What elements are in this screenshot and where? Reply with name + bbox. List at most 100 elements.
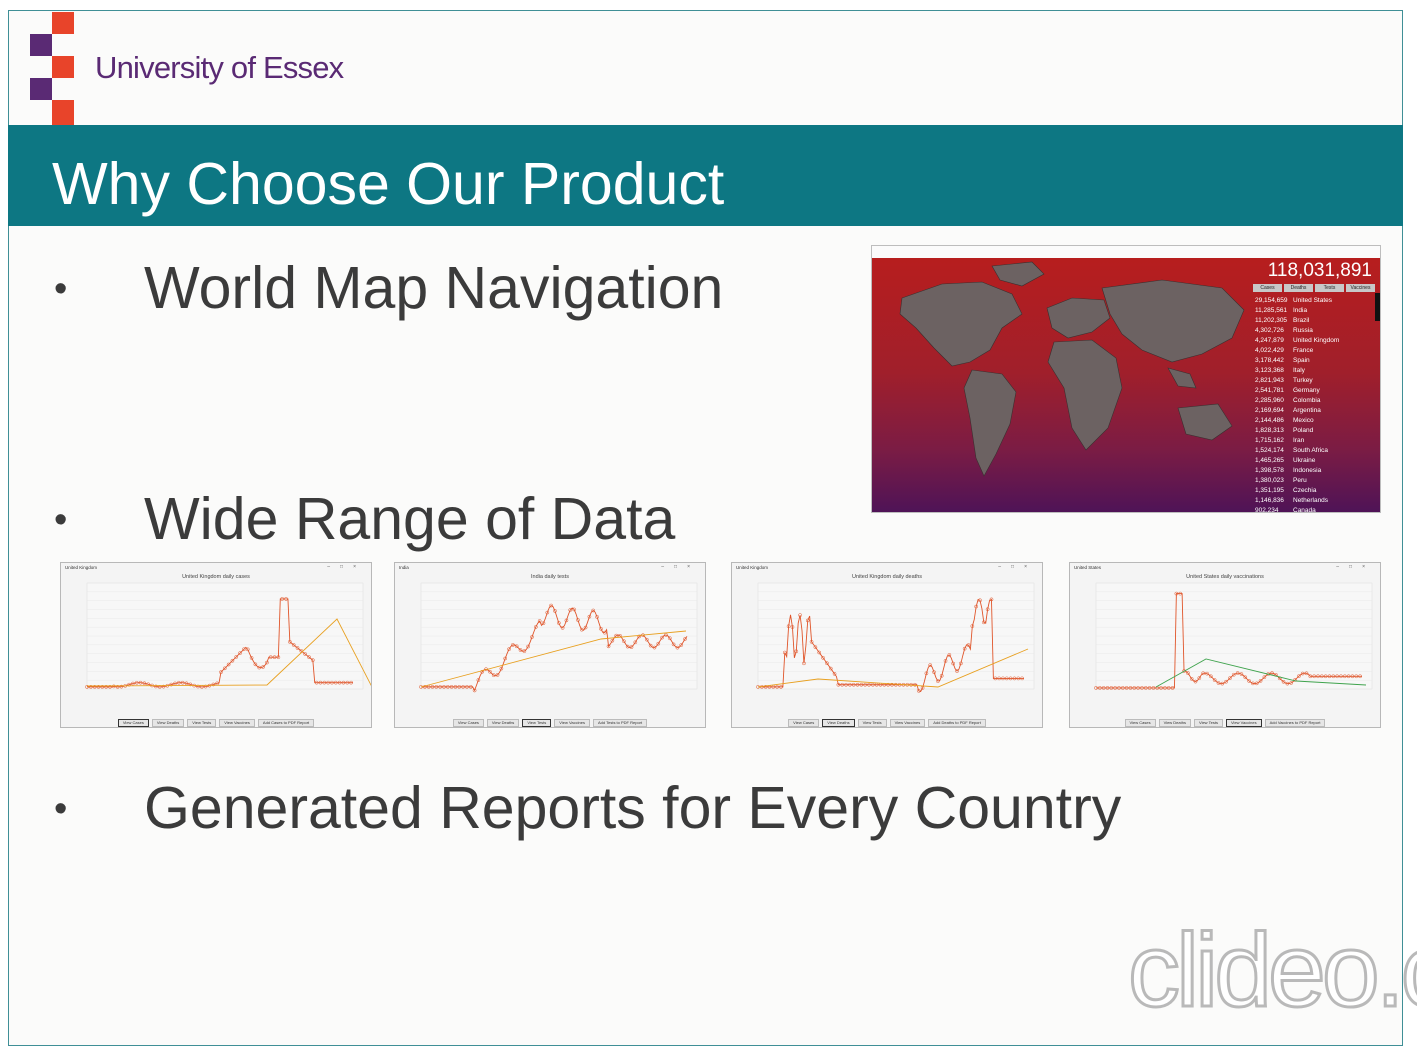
- chart-button-row: View Cases View Deaths View Tests View Vacc…: [61, 719, 371, 727]
- ranking-row[interactable]: 4,247,879 United Kingdom: [1255, 336, 1375, 346]
- ranking-row[interactable]: 1,351,195 Czechia: [1255, 486, 1375, 496]
- view-data-button[interactable]: View Tests: [1193, 719, 1223, 727]
- ranking-country: India: [1293, 307, 1308, 314]
- view-data-button[interactable]: View Vaccines: [554, 719, 590, 727]
- bullet-world-map: World Map Navigation: [144, 255, 724, 321]
- bullet-reports: Generated Reports for Every Country: [144, 775, 1122, 841]
- ranking-value: 4,302,726: [1255, 327, 1284, 334]
- view-data-button[interactable]: View Cases: [788, 719, 820, 727]
- logo-square: [52, 56, 74, 78]
- ranking-row[interactable]: 1,146,836 Netherlands: [1255, 496, 1375, 506]
- tab-cases[interactable]: Cases: [1253, 284, 1282, 292]
- view-data-button[interactable]: View Deaths: [486, 719, 520, 727]
- clideo-watermark: clideo.c: [1127, 912, 1417, 1031]
- chart-button-row: View Cases View Deaths View Tests View Vacc…: [395, 719, 705, 727]
- view-data-button[interactable]: View Tests: [187, 719, 217, 727]
- ranking-row[interactable]: 1,380,023 Peru: [1255, 476, 1375, 486]
- view-data-button[interactable]: View Cases: [117, 719, 149, 727]
- ranking-scrollbar[interactable]: [1375, 293, 1380, 321]
- ranking-value: 2,169,694: [1255, 407, 1284, 414]
- view-data-button[interactable]: View Cases: [1124, 719, 1156, 727]
- ranking-row[interactable]: 4,302,726 Russia: [1255, 326, 1375, 336]
- add-to-pdf-button[interactable]: Add Deaths to PDF Report: [928, 719, 986, 727]
- add-to-pdf-button[interactable]: Add Vaccines to PDF Report: [1264, 719, 1326, 727]
- add-to-pdf-button[interactable]: Add Cases to PDF Report: [257, 719, 315, 727]
- ranking-row[interactable]: 1,398,578 Indonesia: [1255, 466, 1375, 476]
- ranking-country: Czechia: [1293, 487, 1317, 494]
- ranking-country: Canada: [1293, 507, 1316, 513]
- ranking-country: Netherlands: [1293, 497, 1329, 504]
- ranking-country: Indonesia: [1293, 467, 1322, 474]
- view-data-button[interactable]: View Deaths: [151, 719, 185, 727]
- ranking-country: Turkey: [1293, 377, 1313, 384]
- global-total: 118,031,891: [1267, 260, 1372, 281]
- logo-square: [30, 34, 52, 56]
- ranking-row[interactable]: 2,285,960 Colombia: [1255, 396, 1375, 406]
- view-data-button[interactable]: View Vaccines: [889, 719, 926, 727]
- ranking-row[interactable]: 11,202,305 Brazil: [1255, 316, 1375, 326]
- chart-window: United Kingdom –□× United Kingdom daily de…: [731, 562, 1043, 728]
- view-data-button[interactable]: View Deaths: [822, 719, 855, 727]
- ranking-value: 3,123,368: [1255, 367, 1284, 374]
- ranking-row[interactable]: 1,465,265 Ukraine: [1255, 456, 1375, 466]
- chart-plot: [1094, 582, 1373, 690]
- tab-tests[interactable]: Tests: [1315, 284, 1344, 292]
- ranking-value: 4,247,879: [1255, 337, 1284, 344]
- chart-window: United Kingdom –□× United Kingdom daily ca…: [60, 562, 372, 728]
- view-data-button[interactable]: View Tests: [522, 719, 552, 727]
- ranking-row[interactable]: 3,178,442 Spain: [1255, 356, 1375, 366]
- tab-deaths[interactable]: Deaths: [1284, 284, 1313, 292]
- chart-plot: [419, 582, 698, 693]
- view-data-button[interactable]: View Deaths: [1158, 719, 1191, 727]
- view-data-button[interactable]: View Vaccines: [219, 719, 255, 727]
- ranking-value: 11,202,305: [1255, 317, 1288, 324]
- ranking-country: United Kingdom: [1293, 337, 1340, 344]
- logo-square: [52, 100, 74, 125]
- country-ranking-list[interactable]: 29,154,659 United States 11,285,561 India 11…: [1255, 296, 1375, 513]
- ranking-value: 11,285,561: [1255, 307, 1288, 314]
- chart-button-row: View Cases View Deaths View Tests View Vacc…: [1070, 719, 1380, 727]
- ranking-country: Iran: [1293, 437, 1305, 444]
- ranking-row[interactable]: 11,285,561 India: [1255, 306, 1375, 316]
- ranking-country: Spain: [1293, 357, 1310, 364]
- logo-square: [30, 78, 52, 100]
- ranking-row[interactable]: 2,541,781 Germany: [1255, 386, 1375, 396]
- chart-button-row: View Cases View Deaths View Tests View Vacc…: [732, 719, 1042, 727]
- ranking-row[interactable]: 2,821,943 Turkey: [1255, 376, 1375, 386]
- bullet-dot: •: [54, 268, 68, 310]
- ranking-row[interactable]: 1,715,162 Iran: [1255, 436, 1375, 446]
- ranking-country: Peru: [1293, 477, 1307, 484]
- view-data-button[interactable]: View Cases: [452, 719, 484, 727]
- stat-tabs: Cases Deaths Tests Vaccines: [1253, 284, 1375, 292]
- ranking-row[interactable]: 1,828,313 Poland: [1255, 426, 1375, 436]
- ranking-row[interactable]: 2,144,486 Mexico: [1255, 416, 1375, 426]
- chart-window: India –□× India daily tests View Cases View …: [394, 562, 706, 728]
- ranking-value: 1,351,195: [1255, 487, 1284, 494]
- view-data-button[interactable]: View Vaccines: [1225, 719, 1262, 727]
- ranking-row[interactable]: 3,123,368 Italy: [1255, 366, 1375, 376]
- ranking-value: 1,828,313: [1255, 427, 1284, 434]
- ranking-row[interactable]: 1,524,174 South Africa: [1255, 446, 1375, 456]
- ranking-country: Russia: [1293, 327, 1313, 334]
- view-data-button[interactable]: View Tests: [857, 719, 887, 727]
- ranking-country: South Africa: [1293, 447, 1329, 454]
- ranking-value: 4,022,429: [1255, 347, 1284, 354]
- ranking-value: 1,398,578: [1255, 467, 1284, 474]
- slide-title: Why Choose Our Product: [52, 151, 725, 217]
- chart-plot: [85, 582, 371, 690]
- ranking-value: 2,541,781: [1255, 387, 1284, 394]
- bullet-dot: •: [54, 499, 68, 541]
- map-window-titlebar: [872, 246, 1380, 258]
- ranking-row[interactable]: 2,169,694 Argentina: [1255, 406, 1375, 416]
- ranking-row[interactable]: 4,022,429 France: [1255, 346, 1375, 356]
- ranking-country: Italy: [1293, 367, 1305, 374]
- ranking-row[interactable]: 29,154,659 United States: [1255, 296, 1375, 306]
- chart-plot: [756, 582, 1035, 693]
- bullet-dot: •: [54, 788, 68, 830]
- ranking-row[interactable]: 902,234 Canada: [1255, 506, 1375, 513]
- ranking-value: 1,524,174: [1255, 447, 1284, 454]
- tab-vaccines[interactable]: Vaccines: [1346, 284, 1375, 292]
- add-to-pdf-button[interactable]: Add Tests to PDF Report: [592, 719, 648, 727]
- ranking-value: 2,144,486: [1255, 417, 1284, 424]
- ranking-country: Brazil: [1293, 317, 1310, 324]
